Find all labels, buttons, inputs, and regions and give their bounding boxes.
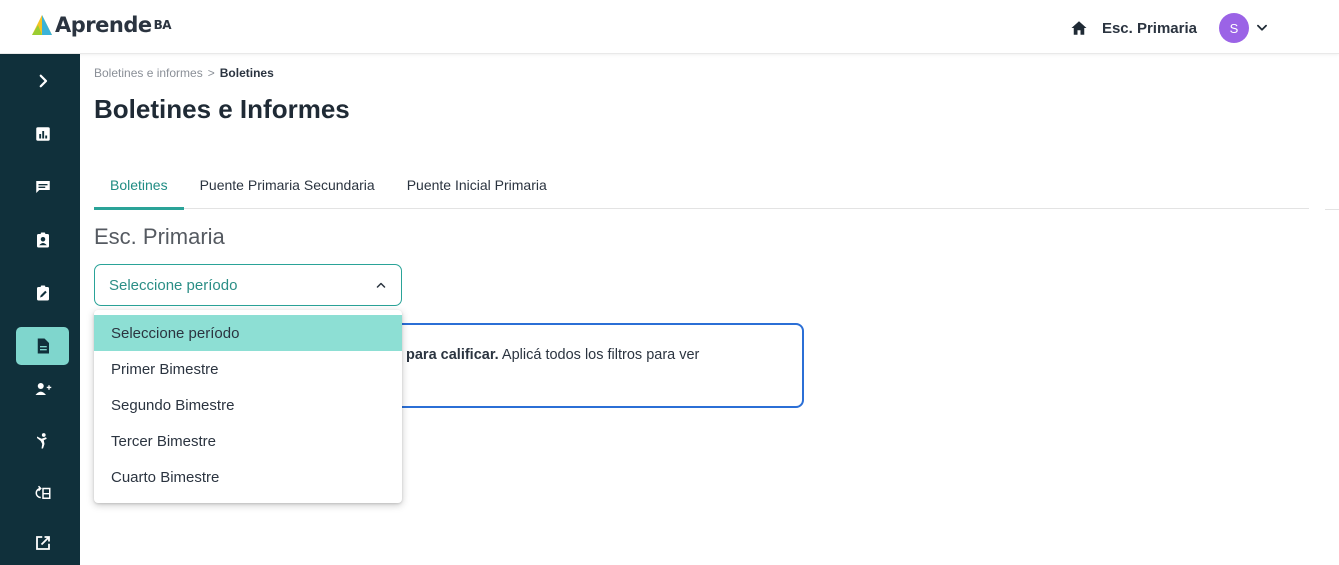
document-icon (37, 338, 49, 354)
school-selector[interactable]: Esc. Primaria (1102, 20, 1197, 37)
period-select[interactable]: Seleccione período (94, 264, 402, 306)
sidebar-item-grading[interactable] (16, 274, 69, 312)
avatar[interactable]: S (1219, 13, 1249, 43)
sidebar-item-reports[interactable] (16, 115, 69, 153)
logo-mark-icon (32, 15, 52, 35)
add-user-icon (35, 383, 51, 395)
tab-puente-inicial-primaria[interactable]: Puente Inicial Primaria (391, 161, 563, 209)
header-right: Esc. Primaria S (1070, 13, 1269, 43)
divider (1325, 209, 1339, 210)
period-option[interactable]: Primer Bimestre (94, 351, 402, 387)
period-select-value: Seleccione período (109, 276, 238, 294)
aprende-ba-logo[interactable]: Aprende BA (30, 9, 172, 41)
chevron-up-icon (375, 279, 387, 291)
bar-chart-icon (35, 127, 50, 141)
period-option[interactable]: Seleccione período (94, 315, 402, 351)
info-message: para calificar. Aplicá todos los filtros… (380, 323, 804, 408)
info-bold-text: para calificar. (406, 347, 499, 363)
home-icon[interactable] (1070, 19, 1088, 37)
sidebar-item-passes[interactable] (16, 474, 69, 512)
breadcrumb-current: Boletines (219, 66, 274, 80)
chevron-down-icon[interactable] (1255, 21, 1269, 35)
clipboard-edit-icon (36, 285, 49, 301)
page-title: Boletines e Informes (94, 94, 350, 124)
period-dropdown: Seleccione período Primer Bimestre Segun… (94, 310, 402, 503)
top-bar: Aprende BA Esc. Primaria S (0, 0, 1339, 54)
main-content: Boletines e informes > Boletines Boletin… (80, 54, 1339, 565)
period-option[interactable]: Cuarto Bimestre (94, 459, 402, 495)
sidebar-item-bulletins[interactable] (16, 327, 69, 365)
sidebar (0, 54, 80, 565)
tab-boletines[interactable]: Boletines (94, 161, 184, 210)
period-option[interactable]: Segundo Bimestre (94, 387, 402, 423)
sidebar-item-external[interactable] (16, 524, 69, 562)
info-text: Aplicá todos los filtros para ver (498, 347, 700, 363)
breadcrumb-parent[interactable]: Boletines e informes (94, 66, 203, 80)
breadcrumb-separator: > (207, 66, 215, 80)
sidebar-item-students[interactable] (16, 221, 69, 259)
breadcrumb: Boletines e informes > Boletines (94, 66, 274, 80)
chat-icon (35, 181, 50, 193)
tabs: Boletines Puente Primaria Secundaria Pue… (94, 161, 1309, 210)
logo-text: Aprende (55, 13, 152, 37)
external-link-icon (35, 536, 50, 550)
sync-list-icon (35, 485, 50, 499)
section-title: Esc. Primaria (94, 224, 225, 249)
tab-puente-primaria-secundaria[interactable]: Puente Primaria Secundaria (184, 161, 391, 209)
sidebar-item-enrollment[interactable] (16, 370, 69, 408)
logo-suffix: BA (153, 18, 172, 32)
sidebar-expand-button[interactable] (16, 62, 69, 100)
badge-icon (36, 232, 49, 248)
person-icon (36, 433, 47, 449)
chevron-right-icon (39, 74, 47, 88)
period-option[interactable]: Tercer Bimestre (94, 423, 402, 459)
sidebar-item-messages[interactable] (16, 168, 69, 206)
sidebar-item-activities[interactable] (16, 422, 69, 460)
